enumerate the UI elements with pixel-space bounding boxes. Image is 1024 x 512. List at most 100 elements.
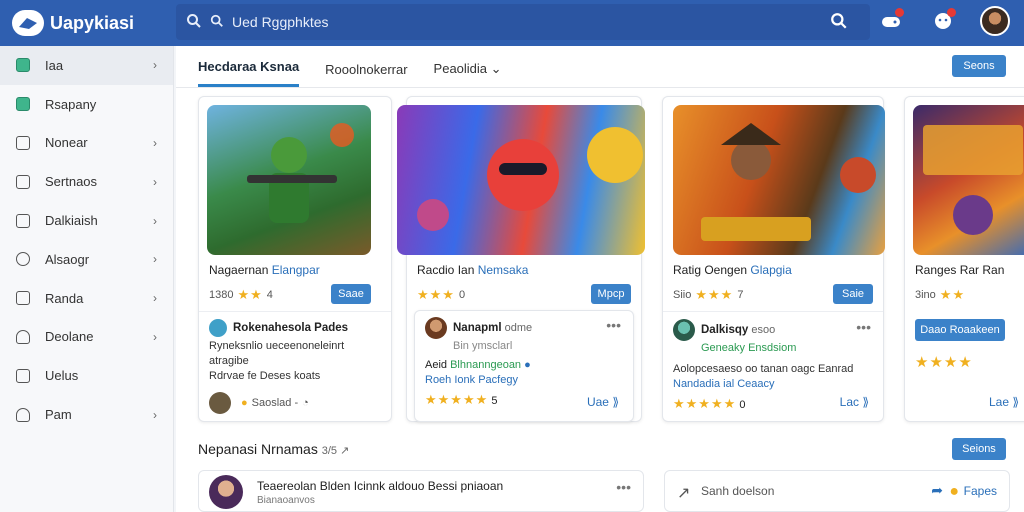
notification-bell-icon[interactable] [928, 6, 958, 36]
like-button[interactable]: Lae ⟫ [989, 395, 1019, 409]
reviewer-avatar[interactable] [425, 317, 447, 339]
card-button[interactable]: Daao Roaakeen [915, 319, 1005, 341]
game-card[interactable]: Ratig Oengen Glapgia Siio ★★★ 7 Saie ••• D… [662, 96, 885, 422]
app-icon [209, 319, 227, 337]
sidebar-item-label: Iaa [45, 57, 64, 73]
game-art-image[interactable] [207, 105, 371, 255]
sidebar-item-label: Alsaogr [45, 251, 90, 267]
rating-text: Siio [673, 289, 692, 301]
sidebar-item-label: Uelus [45, 368, 79, 384]
divider [199, 311, 391, 312]
sidebar-item-label: Nonear [45, 135, 88, 151]
game-card[interactable]: Nagaernan Elangpar 1380 ★★ 4 Saae Rokenahe… [198, 96, 392, 422]
reviewer-avatar[interactable] [209, 475, 243, 509]
file-icon [16, 368, 30, 383]
sidebar-item-7[interactable]: Deolane › [0, 318, 173, 357]
sidebar-item-2[interactable]: Nonear › [0, 124, 173, 163]
divider [663, 311, 883, 312]
rating-number: 7 [737, 289, 744, 301]
game-title-highlight: Ran [982, 263, 1005, 277]
chevron-right-icon: › [153, 58, 157, 73]
star-rating: ★★★ [417, 287, 455, 302]
game-title-text: Nagaernan [209, 263, 269, 277]
star-rating: ★★ [237, 287, 263, 302]
card-button[interactable]: Saie [833, 284, 873, 304]
notification-dot [895, 8, 904, 17]
rating-row: ★★★ 0 [417, 287, 465, 303]
like-button[interactable]: Lac ⟫ [840, 395, 869, 409]
game-title[interactable]: Racdio Ian Nemsaka [417, 263, 528, 277]
card-button[interactable]: Saae [331, 284, 371, 304]
game-title[interactable]: Ranges Rar Ran [915, 263, 1004, 277]
rating-row: Siio ★★★ 7 [673, 287, 743, 303]
game-art-image[interactable] [913, 105, 1024, 255]
search-bar[interactable]: Ued Rggphktes [176, 4, 870, 40]
verified-icon: ● [524, 359, 531, 371]
game-art-image[interactable] [673, 105, 885, 255]
rating-number: 4 [266, 289, 273, 301]
sidebar-item-9[interactable]: Pam › [0, 395, 173, 434]
sidebar-item-1[interactable]: Rsapany [0, 85, 173, 124]
reviewer-avatar[interactable] [209, 392, 231, 414]
app-title: Uapykiasi [50, 12, 135, 33]
review-rating-number: 0 [739, 399, 746, 411]
reviewer-avatar[interactable] [673, 319, 695, 341]
like-button[interactable]: Uae ⟫ [587, 395, 619, 409]
review-subtitle: Geneaky Ensdsiom [701, 342, 797, 354]
tab-0[interactable]: Hecdaraa Ksnaa [198, 59, 300, 87]
section-button[interactable]: Seions [952, 438, 1006, 460]
game-controller-icon[interactable] [876, 6, 906, 36]
game-title-highlight: Elangpar [271, 263, 320, 277]
comment-input[interactable]: Sanh doelson [701, 484, 774, 498]
sidebar-item-3[interactable]: Sertnaos › [0, 162, 173, 201]
forward-icon[interactable]: ➦ [931, 482, 943, 499]
chevron-right-icon: › [153, 135, 157, 150]
card-button[interactable]: Mpcp [591, 284, 631, 304]
sidebar-item-label: Deolane [45, 329, 94, 345]
game-title-highlight: Glapgia [750, 263, 792, 277]
tab-action-button[interactable]: Seons [952, 55, 1006, 77]
game-title[interactable]: Ratig Oengen Glapgia [673, 263, 792, 277]
review-author: Nanapml [453, 321, 502, 334]
game-title-highlight: Nemsaka [477, 263, 529, 277]
review-card[interactable]: ••• Nanapml odme Bin ymsclarl Aeid Blhna… [414, 310, 634, 422]
tab-1[interactable]: Rooolnokerrar [325, 62, 407, 87]
review-link[interactable]: Nandadia ial Ceaacy [673, 377, 873, 392]
review-text: Ryneksnlio ueceenoneleinrt atragibe Rdrv… [209, 340, 345, 382]
section-title-text: Nepanasi Nrnamas [198, 441, 318, 457]
book-icon [16, 213, 30, 228]
more-options-icon[interactable]: ••• [616, 479, 631, 495]
search-input[interactable]: Ued Rggphktes [232, 14, 329, 30]
logo-icon [12, 10, 44, 36]
sidebar-item-4[interactable]: Dalkiaish › [0, 201, 173, 240]
review-link[interactable]: Roeh Ionk Pacfegy [425, 373, 623, 388]
game-title[interactable]: Nagaernan Elangpar [209, 263, 320, 277]
app-logo[interactable]: Uapykiasi [0, 10, 174, 36]
sidebar-item-6[interactable]: Randa › [0, 279, 173, 318]
section-meta: 3/5 ↗ [321, 445, 350, 457]
sidebar-item-label: Rsapany [45, 96, 97, 112]
sidebar-item-8[interactable]: Uelus [0, 356, 173, 395]
game-art-image[interactable] [397, 105, 645, 255]
chevron-right-icon: › [153, 252, 157, 267]
user-avatar[interactable] [980, 6, 1010, 36]
rating-row: 1380 ★★ 4 [209, 287, 273, 303]
sidebar-item-label: Dalkiaish [45, 213, 98, 229]
sidebar-item-5[interactable]: Alsaogr › [0, 240, 173, 279]
main-content: Hecdaraa Ksnaa Rooolnokerrar Peaolidia ⌄… [176, 46, 1024, 512]
review-stars: ★★★★ [915, 354, 973, 371]
game-card[interactable]: Ranges Rar Ran 3ino ★★ Daao Roaakeen ★★★★… [904, 96, 1024, 422]
sidebar-item-0[interactable]: Iaa › [0, 46, 173, 85]
action-link[interactable]: Fapes [964, 484, 997, 498]
review-stars: ★★★★★ [425, 392, 489, 407]
list-item[interactable]: Teaereolan Blden Icinnk aldouo Bessi pni… [198, 470, 644, 512]
chevron-right-icon: › [153, 213, 157, 228]
sidebar-item-label: Sertnaos [45, 174, 98, 190]
game-title-text: Racdio Ian [417, 263, 475, 277]
tab-2[interactable]: Peaolidia ⌄ [434, 61, 502, 87]
search-icon[interactable] [824, 6, 854, 36]
list-item[interactable]: ↗ Sanh doelson ➦ ● Fapes [664, 470, 1010, 512]
star-rating: ★★★ [695, 287, 734, 302]
clock-icon: ◔ [302, 396, 309, 409]
bell-icon [16, 407, 30, 422]
